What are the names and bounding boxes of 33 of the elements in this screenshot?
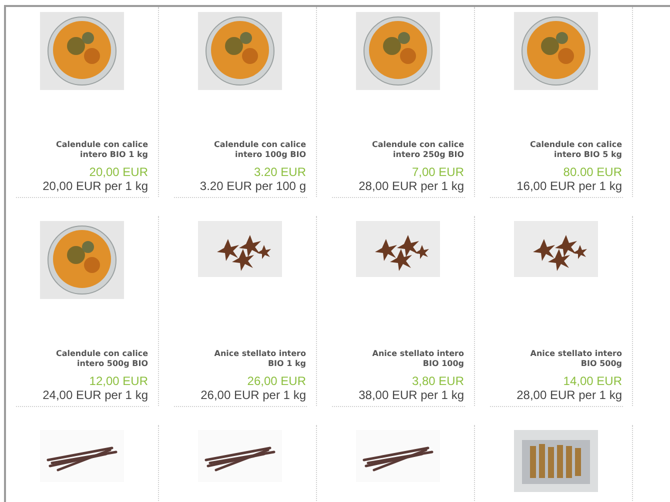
product-price: 14,00 EUR bbox=[563, 374, 622, 388]
product-price: 26,00 EUR bbox=[247, 374, 306, 388]
product-price: 7,00 EUR bbox=[412, 165, 464, 179]
unit-price: 38,00 EUR per 1 kg bbox=[358, 388, 464, 402]
unit-price: 24,00 EUR per 1 kg bbox=[42, 388, 148, 402]
product-name-link[interactable]: Calendule con calice intero 500g BIO bbox=[44, 349, 148, 369]
product-name-link[interactable]: Anice stellato intero BIO 500g bbox=[518, 349, 622, 369]
dried-flowers-photo[interactable] bbox=[514, 12, 598, 90]
product-name-link[interactable]: Anice stellato intero BIO 1 kg bbox=[202, 349, 306, 369]
unit-price: 3.20 EUR per 100 g bbox=[200, 179, 306, 193]
unit-price: 26,00 EUR per 1 kg bbox=[200, 388, 306, 402]
product-price: 3.20 EUR bbox=[254, 165, 306, 179]
product-price: 20,00 EUR bbox=[89, 165, 148, 179]
dried-flowers-photo[interactable] bbox=[40, 221, 124, 299]
unit-price: 16,00 EUR per 1 kg bbox=[516, 179, 622, 193]
cinnamon-bag-photo[interactable] bbox=[514, 430, 598, 492]
dried-flowers-photo[interactable] bbox=[356, 12, 440, 90]
product-price: 3,80 EUR bbox=[412, 374, 464, 388]
star-anise-photo[interactable] bbox=[356, 221, 440, 277]
unit-price: 28,00 EUR per 1 kg bbox=[516, 388, 622, 402]
product-name-link[interactable]: Calendule con calice intero 250g BIO bbox=[360, 140, 464, 160]
star-anise-photo[interactable] bbox=[198, 221, 282, 277]
product-price: 12,00 EUR bbox=[89, 374, 148, 388]
unit-price: 28,00 EUR per 1 kg bbox=[358, 179, 464, 193]
product-name-link[interactable]: Calendule con calice intero BIO 5 kg bbox=[518, 140, 622, 160]
star-anise-photo[interactable] bbox=[514, 221, 598, 277]
unit-price: 20,00 EUR per 1 kg bbox=[42, 179, 148, 193]
product-name-link[interactable]: Anice stellato intero BIO 100g bbox=[360, 349, 464, 369]
product-price: 80.00 EUR bbox=[563, 165, 622, 179]
product-name-link[interactable]: Calendule con calice intero 100g BIO bbox=[202, 140, 306, 160]
product-name-link[interactable]: Calendule con calice intero BIO 1 kg bbox=[44, 140, 148, 160]
dried-flowers-photo[interactable] bbox=[40, 12, 124, 90]
dried-flowers-photo[interactable] bbox=[198, 12, 282, 90]
